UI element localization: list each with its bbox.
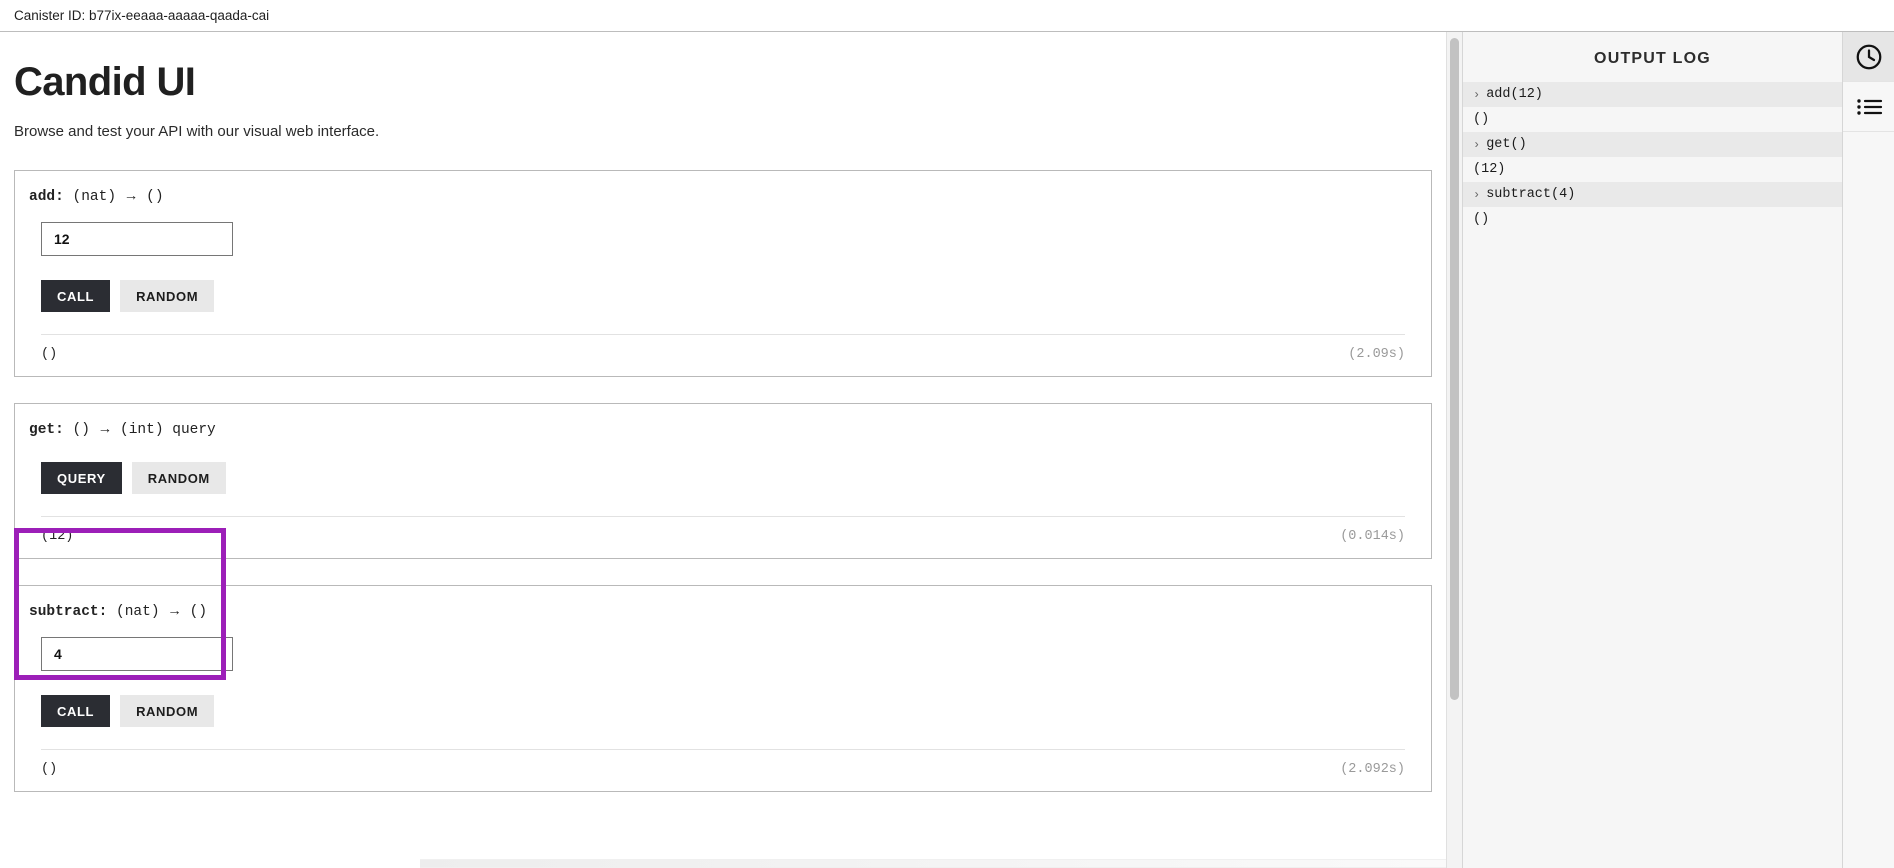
argument-input-add[interactable] (41, 222, 233, 256)
horizontal-scrollbar-thumb[interactable] (420, 860, 1446, 867)
result-duration-subtract: (2.092s) (1340, 762, 1405, 777)
vertical-scrollbar-thumb[interactable] (1450, 38, 1459, 700)
page-subtitle: Browse and test your API with our visual… (14, 123, 380, 140)
result-value-get: (12) (41, 529, 74, 544)
list-tab-button[interactable] (1842, 82, 1894, 132)
method-signature-add: add: (nat) → () (27, 189, 1419, 205)
output-log-title: OUTPUT LOG (1594, 50, 1711, 67)
result-row-add: () (2.09s) (27, 335, 1419, 376)
method-card-subtract: subtract: (nat) → () CALL RANDOM () (2.0… (14, 585, 1432, 792)
chevron-right-icon: › (1473, 87, 1481, 102)
result-row-subtract: () (2.092s) (27, 750, 1419, 791)
page-title: Candid UI (14, 60, 196, 104)
main-content: Candid UI Browse and test your API with … (0, 32, 1446, 868)
log-entry-result: () (1463, 207, 1842, 232)
method-arrow-icon: → (126, 189, 136, 205)
log-entry-text: get() (1486, 137, 1527, 152)
log-entry-text: subtract(4) (1486, 187, 1576, 202)
log-entry-text: () (1473, 112, 1490, 127)
method-name-get: get: (29, 422, 64, 438)
log-entry-call[interactable]: › get() (1463, 132, 1842, 157)
method-signature-subtract: subtract: (nat) → () (27, 604, 1419, 620)
candid-ui-page: Canister ID: b77ix-eeaaa-aaaaa-qaada-cai… (0, 0, 1894, 868)
chevron-right-icon: › (1473, 187, 1481, 202)
button-row-get: QUERY RANDOM (41, 462, 1419, 494)
random-button-subtract[interactable]: RANDOM (120, 695, 215, 727)
method-arrow-icon: → (170, 604, 179, 620)
method-params-subtract: (nat) (116, 604, 160, 620)
method-returns-add: () (146, 189, 164, 205)
icon-rail (1842, 32, 1894, 868)
clock-icon (1854, 42, 1884, 72)
result-value-subtract: () (41, 762, 58, 777)
method-signature-get: get: () → (int) query (27, 422, 1419, 438)
chevron-right-icon: › (1473, 137, 1481, 152)
method-name-subtract: subtract: (29, 604, 108, 620)
log-entry-text: () (1473, 212, 1490, 227)
result-row-get: (12) (0.014s) (27, 517, 1419, 558)
button-row-subtract: CALL RANDOM (41, 695, 1419, 727)
log-entry-result: () (1463, 107, 1842, 132)
method-returns-get: (int) (120, 422, 164, 438)
output-log-list: › add(12) () › get() (12) › subtract(4) (1463, 82, 1842, 868)
method-params-add: (nat) (72, 189, 117, 205)
query-button-get[interactable]: QUERY (41, 462, 122, 494)
argument-input-subtract[interactable] (41, 637, 233, 671)
result-value-add: () (41, 347, 58, 362)
log-entry-text: (12) (1473, 162, 1506, 177)
horizontal-scrollbar[interactable] (420, 859, 1446, 868)
result-duration-get: (0.014s) (1340, 529, 1405, 544)
log-entry-call[interactable]: › subtract(4) (1463, 182, 1842, 207)
call-button-add[interactable]: CALL (41, 280, 111, 312)
method-annotation-get: query (172, 422, 216, 438)
method-card-get: get: () → (int) query QUERY RANDOM (12) … (14, 403, 1432, 559)
method-params-get: () (72, 422, 90, 438)
canister-id-label: Canister ID: b77ix-eeaaa-aaaaa-qaada-cai (14, 8, 270, 23)
log-entry-text: add(12) (1486, 87, 1543, 102)
call-button-subtract[interactable]: CALL (41, 695, 111, 727)
log-entry-result: (12) (1463, 157, 1842, 182)
history-tab-button[interactable] (1842, 32, 1894, 82)
button-row-add: CALL RANDOM (41, 280, 1419, 312)
body-split: Candid UI Browse and test your API with … (0, 32, 1894, 868)
random-button-get[interactable]: RANDOM (131, 462, 226, 494)
method-card-add: add: (nat) → () CALL RANDOM () (2.09s) (14, 170, 1432, 377)
method-name-add: add: (29, 189, 64, 205)
canister-id-bar: Canister ID: b77ix-eeaaa-aaaaa-qaada-cai (0, 0, 1894, 32)
method-arrow-icon: → (100, 422, 110, 438)
random-button-add[interactable]: RANDOM (120, 280, 215, 312)
output-log-panel: OUTPUT LOG › add(12) () › get() (12) › s… (1462, 32, 1842, 868)
list-icon (1855, 95, 1883, 119)
vertical-scrollbar[interactable] (1446, 32, 1462, 868)
method-returns-subtract: () (189, 604, 208, 620)
log-entry-call[interactable]: › add(12) (1463, 82, 1842, 107)
result-duration-add: (2.09s) (1348, 347, 1405, 362)
